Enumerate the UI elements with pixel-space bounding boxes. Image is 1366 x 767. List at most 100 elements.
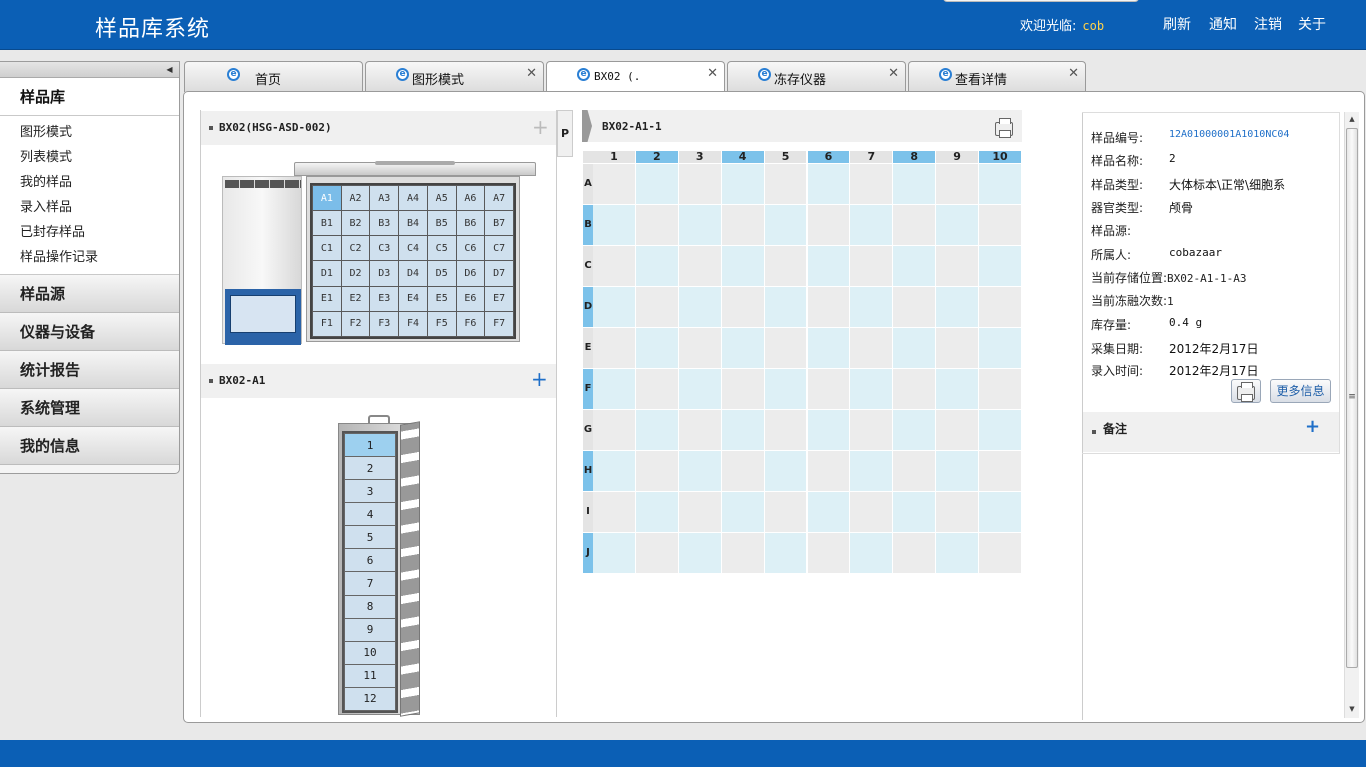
- box-well-cell[interactable]: [678, 369, 722, 410]
- box-well-cell[interactable]: [678, 410, 722, 451]
- box-well-cell[interactable]: [850, 369, 894, 410]
- header-dropdown-tab[interactable]: [943, 0, 1139, 2]
- close-icon[interactable]: ✕: [526, 66, 537, 81]
- box-well-cell[interactable]: [764, 451, 808, 492]
- box-well-cell[interactable]: [807, 246, 851, 287]
- rack-box-slot[interactable]: 9: [345, 618, 395, 641]
- box-well-cell[interactable]: [764, 328, 808, 369]
- box-well-cell[interactable]: [807, 410, 851, 451]
- box-well-cell[interactable]: [593, 328, 636, 369]
- box-well-cell[interactable]: [764, 410, 808, 451]
- box-well-cell[interactable]: [721, 328, 765, 369]
- box-well-cell[interactable]: [764, 533, 808, 574]
- box-well-cell[interactable]: [936, 287, 980, 328]
- box-well-cell[interactable]: [721, 492, 765, 533]
- box-well-cell[interactable]: [893, 205, 937, 246]
- sidebar-section-instruments[interactable]: 仪器与设备: [0, 313, 179, 351]
- rack-box-slot[interactable]: 1: [345, 434, 395, 457]
- box-well-cell[interactable]: [936, 492, 980, 533]
- sidebar-section-statistics[interactable]: 统计报告: [0, 351, 179, 389]
- box-well-cell[interactable]: [721, 246, 765, 287]
- box-well-cell[interactable]: [979, 410, 1022, 451]
- box-well-cell[interactable]: [593, 205, 636, 246]
- box-well-cell[interactable]: [764, 246, 808, 287]
- box-well-cell[interactable]: [678, 328, 722, 369]
- freezer-rack-cell[interactable]: D4: [399, 261, 427, 286]
- sidebar-item-operation-log[interactable]: 样品操作记录: [0, 245, 179, 270]
- freezer-rack-cell[interactable]: E2: [341, 286, 370, 311]
- more-info-button[interactable]: 更多信息: [1270, 379, 1331, 403]
- freezer-rack-cell[interactable]: D7: [485, 261, 513, 286]
- freezer-rack-cell[interactable]: B5: [427, 211, 456, 236]
- rack-box-slot[interactable]: 2: [345, 457, 395, 480]
- sidebar-section-system[interactable]: 系统管理: [0, 389, 179, 427]
- box-well-cell[interactable]: [979, 451, 1022, 492]
- box-well-cell[interactable]: [850, 533, 894, 574]
- add-icon[interactable]: +: [532, 117, 549, 137]
- sidebar-item-my-samples[interactable]: 我的样品: [0, 170, 179, 195]
- box-well-cell[interactable]: [721, 410, 765, 451]
- tab-view-details[interactable]: e 查看详情 ✕: [908, 61, 1086, 92]
- box-well-cell[interactable]: [807, 451, 851, 492]
- rack-box-slot[interactable]: 3: [345, 480, 395, 503]
- box-well-cell[interactable]: [593, 369, 636, 410]
- box-well-cell[interactable]: [979, 164, 1022, 205]
- box-well-cell[interactable]: [764, 369, 808, 410]
- freezer-rack-cell[interactable]: E3: [370, 286, 399, 311]
- box-well-cell[interactable]: [936, 328, 980, 369]
- box-well-cell[interactable]: [936, 533, 980, 574]
- box-well-cell[interactable]: [936, 451, 980, 492]
- sidebar-section-sample-source[interactable]: 样品源: [0, 275, 179, 313]
- box-well-cell[interactable]: [936, 164, 980, 205]
- logout-link[interactable]: 注销: [1254, 14, 1282, 34]
- box-well-cell[interactable]: [593, 451, 636, 492]
- box-well-cell[interactable]: [807, 164, 851, 205]
- sidebar-section-sample-library[interactable]: 样品库: [0, 78, 179, 116]
- freezer-rack-cell[interactable]: B3: [370, 211, 399, 236]
- box-well-cell[interactable]: [678, 287, 722, 328]
- box-well-cell[interactable]: [635, 246, 679, 287]
- box-well-cell[interactable]: [979, 205, 1022, 246]
- box-well-cell[interactable]: [850, 492, 894, 533]
- freezer-rack-cell[interactable]: E4: [399, 286, 427, 311]
- box-well-cell[interactable]: [850, 287, 894, 328]
- box-well-cell[interactable]: [635, 451, 679, 492]
- freezer-rack-cell[interactable]: C1: [313, 236, 341, 261]
- box-well-cell[interactable]: [764, 205, 808, 246]
- freezer-rack-cell[interactable]: B7: [485, 211, 513, 236]
- freezer-rack-cell[interactable]: F3: [370, 311, 399, 336]
- box-well-cell[interactable]: [764, 164, 808, 205]
- rack-box-slot[interactable]: 8: [345, 595, 395, 618]
- freezer-rack-cell[interactable]: D6: [456, 261, 485, 286]
- box-well-cell[interactable]: [678, 533, 722, 574]
- box-well-cell[interactable]: [893, 492, 937, 533]
- freezer-rack-cell[interactable]: A7: [485, 186, 513, 211]
- box-well-cell[interactable]: [635, 328, 679, 369]
- box-well-cell[interactable]: [593, 287, 636, 328]
- freezer-rack-cell[interactable]: D1: [313, 261, 341, 286]
- box-well-cell[interactable]: [678, 164, 722, 205]
- freezer-rack-cell[interactable]: C2: [341, 236, 370, 261]
- box-well-cell[interactable]: [850, 410, 894, 451]
- box-well-cell[interactable]: [979, 287, 1022, 328]
- box-well-cell[interactable]: [635, 533, 679, 574]
- box-well-cell[interactable]: [635, 164, 679, 205]
- freezer-rack-cell[interactable]: F6: [456, 311, 485, 336]
- box-well-cell[interactable]: [635, 410, 679, 451]
- pin-toggle[interactable]: P: [557, 110, 573, 157]
- box-well-cell[interactable]: [893, 533, 937, 574]
- rack-box-slot[interactable]: 11: [345, 664, 395, 687]
- box-well-cell[interactable]: [807, 533, 851, 574]
- tab-freezer-instruments[interactable]: e 冻存仪器 ✕: [727, 61, 906, 92]
- box-well-cell[interactable]: [721, 533, 765, 574]
- tab-graphic-mode[interactable]: e 图形模式 ✕: [365, 61, 544, 92]
- sidebar-item-sealed-samples[interactable]: 已封存样品: [0, 220, 179, 245]
- box-well-cell[interactable]: [764, 287, 808, 328]
- box-well-cell[interactable]: [979, 246, 1022, 287]
- freezer-rack-cell[interactable]: F5: [427, 311, 456, 336]
- box-well-cell[interactable]: [593, 410, 636, 451]
- freezer-rack-cell[interactable]: C6: [456, 236, 485, 261]
- box-well-cell[interactable]: [979, 533, 1022, 574]
- refresh-link[interactable]: 刷新: [1163, 14, 1191, 34]
- box-well-cell[interactable]: [635, 369, 679, 410]
